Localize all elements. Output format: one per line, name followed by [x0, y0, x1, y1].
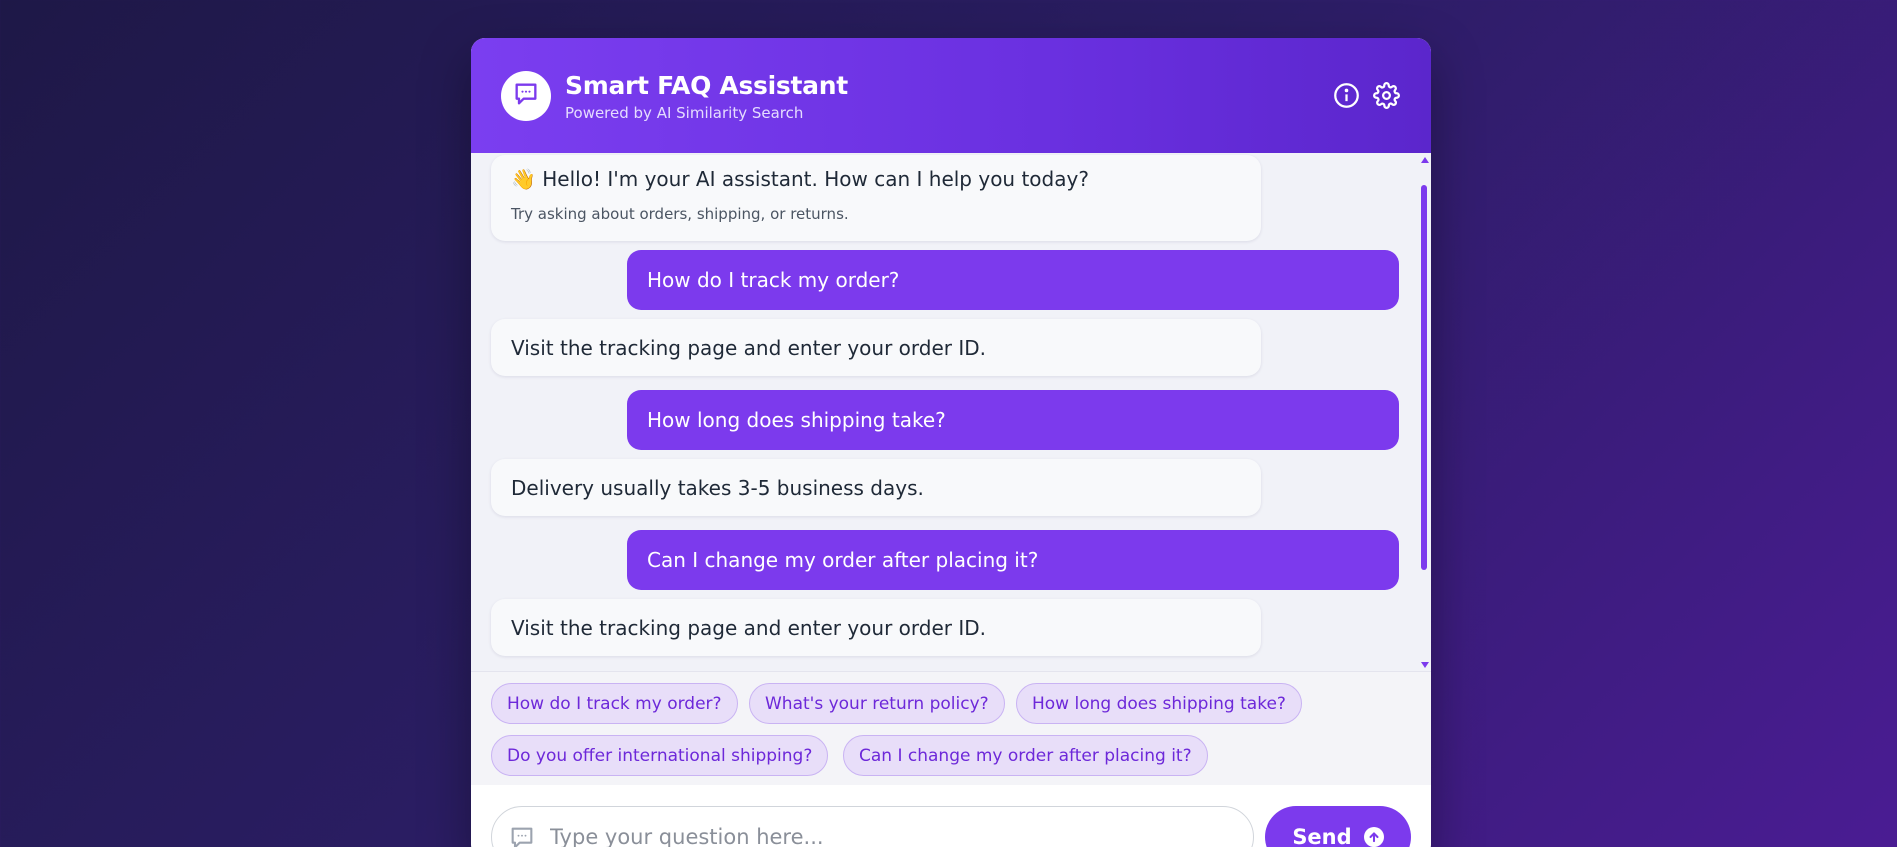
scroll-down-arrow[interactable]	[1421, 662, 1429, 668]
send-button[interactable]: Send	[1265, 806, 1411, 847]
user-message: How long does shipping take?	[627, 390, 1399, 450]
question-input-wrapper[interactable]	[491, 806, 1254, 847]
user-message: How do I track my order?	[627, 250, 1399, 310]
suggestion-chip[interactable]: Do you offer international shipping?	[491, 735, 829, 776]
welcome-hint: Try asking about orders, shipping, or re…	[511, 205, 849, 223]
send-label: Send	[1292, 825, 1352, 847]
message-list[interactable]: 👋 Hello! I'm your AI assistant. How can …	[471, 153, 1431, 671]
user-message: Can I change my order after placing it?	[627, 530, 1399, 590]
suggestion-chip[interactable]: How do I track my order?	[491, 683, 738, 724]
suggestion-chip[interactable]: How long does shipping take?	[1016, 683, 1302, 724]
chat-window: Smart FAQ Assistant Powered by AI Simila…	[471, 38, 1431, 847]
suggestion-chip[interactable]: What's your return policy?	[749, 683, 1005, 724]
question-input[interactable]	[550, 817, 1240, 847]
page-subtitle: Powered by AI Similarity Search	[565, 104, 804, 122]
input-bar: Send	[471, 785, 1431, 847]
bot-message: Visit the tracking page and enter your o…	[491, 599, 1261, 656]
scrollbar[interactable]	[1419, 153, 1429, 671]
suggestion-chips: How do I track my order? What's your ret…	[471, 671, 1431, 785]
chat-icon	[512, 80, 540, 112]
chat-header: Smart FAQ Assistant Powered by AI Simila…	[471, 38, 1431, 153]
page-title: Smart FAQ Assistant	[565, 71, 848, 100]
info-button[interactable]	[1332, 82, 1360, 113]
scrollbar-thumb[interactable]	[1421, 185, 1427, 570]
bot-message: Visit the tracking page and enter your o…	[491, 319, 1261, 376]
bot-message: Delivery usually takes 3-5 business days…	[491, 459, 1261, 516]
info-icon	[1333, 82, 1360, 113]
welcome-text: 👋 Hello! I'm your AI assistant. How can …	[511, 167, 1089, 191]
gear-icon	[1372, 81, 1400, 113]
assistant-logo	[501, 71, 551, 121]
settings-button[interactable]	[1372, 81, 1400, 113]
bot-message: 👋 Hello! I'm your AI assistant. How can …	[491, 155, 1261, 241]
message-icon	[508, 824, 536, 847]
arrow-up-icon	[1363, 827, 1384, 847]
scroll-up-arrow[interactable]	[1421, 157, 1429, 163]
suggestion-chip[interactable]: Can I change my order after placing it?	[843, 735, 1208, 776]
